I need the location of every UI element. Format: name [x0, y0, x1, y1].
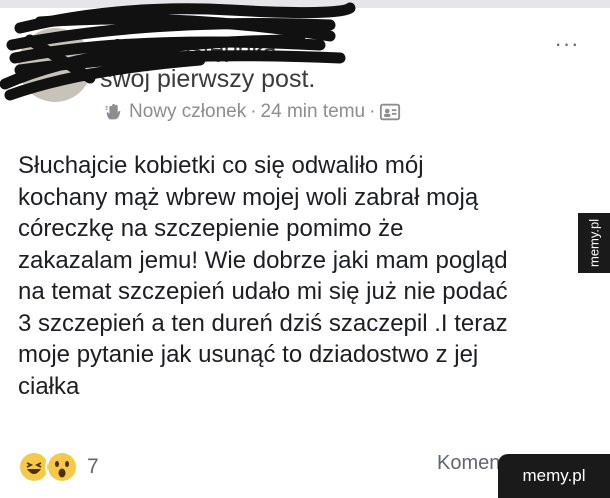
post-text-line: zakazalam jemu! Wie dobrze jaki mam pogl…: [18, 246, 508, 274]
post-text-line: Słuchajcie kobietki co się odwaliło mój: [18, 152, 424, 179]
meta-separator: ·: [250, 101, 257, 122]
post-body: Słuchajcie kobietki co się odwaliło mój …: [18, 150, 578, 402]
post-text-line: 3 szczepień a ten dureń dziś szaczepil .…: [18, 309, 508, 337]
meta-separator: ·: [369, 101, 376, 122]
wow-icon: [45, 450, 79, 484]
wave-hand-icon: [105, 103, 121, 120]
post-text-line: ciałka: [18, 372, 80, 400]
reaction-count: 7: [87, 455, 99, 478]
post-timestamp[interactable]: 24 min temu: [261, 99, 366, 125]
watermark-corner: memy.pl: [498, 454, 610, 498]
new-member-badge[interactable]: Nowy członek: [129, 99, 246, 125]
post-text-line: córeczkę na szczepienie pomimo że: [18, 215, 404, 242]
watermark-side: memy.pl: [578, 213, 610, 273]
post-text-line: moje pytanie jak usunąć to dziadostwo z …: [18, 341, 479, 368]
post-text-line: kochany mąż wbrew mojej woli zabrał moją: [18, 183, 479, 211]
reactions-summary[interactable]: 7: [17, 450, 99, 484]
post-text-line: na temat szczepień udało mi się już nie …: [18, 278, 508, 305]
group-members-icon: [380, 103, 401, 121]
post-meta: Nowy członek · 24 min temu ·: [103, 99, 401, 125]
